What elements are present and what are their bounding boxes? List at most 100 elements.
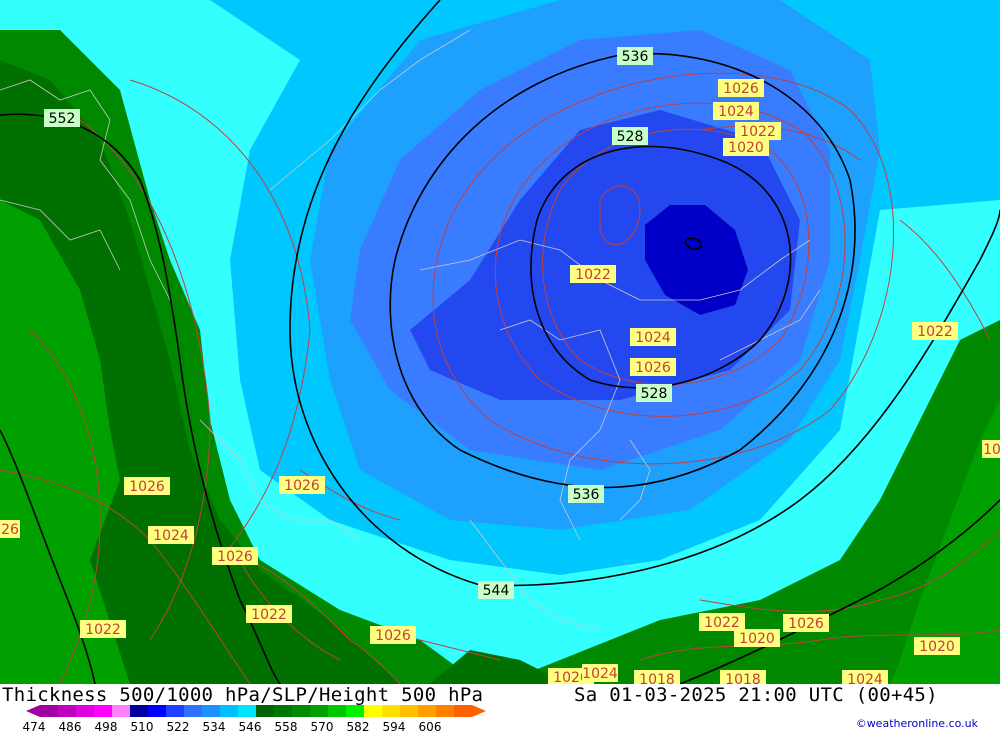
- svg-text:1022: 1022: [917, 324, 953, 340]
- legend-swatch: [256, 705, 274, 717]
- slp-label: 1022: [735, 122, 781, 140]
- slp-label: 1026: [279, 476, 325, 494]
- legend-tick-label: 498: [95, 720, 118, 733]
- svg-text:552: 552: [49, 111, 76, 127]
- slp-label: 1026: [630, 358, 676, 376]
- legend-swatch: [76, 705, 94, 717]
- svg-text:1024: 1024: [847, 672, 883, 684]
- map-footer: Thickness 500/1000 hPa/SLP/Height 500 hP…: [0, 684, 1000, 733]
- svg-text:1026: 1026: [788, 616, 824, 632]
- map-title: Thickness 500/1000 hPa/SLP/Height 500 hP…: [2, 684, 484, 706]
- legend-arrow-left: [26, 705, 40, 717]
- legend-swatch: [130, 705, 148, 717]
- map-valid-time: Sa 01-03-2025 21:00 UTC (00+45): [574, 684, 938, 706]
- slp-label: 1018: [720, 670, 766, 684]
- slp-label: 1022: [246, 605, 292, 623]
- svg-text:536: 536: [573, 487, 600, 503]
- legend-swatch: [400, 705, 418, 717]
- slp-label: 1024: [630, 328, 676, 346]
- svg-text:1024: 1024: [718, 104, 754, 120]
- svg-text:528: 528: [617, 129, 644, 145]
- svg-text:1026: 1026: [635, 360, 671, 376]
- height-label-544: 544: [478, 581, 514, 599]
- legend-swatch: [148, 705, 166, 717]
- svg-text:1022: 1022: [704, 615, 740, 631]
- legend-swatch: [274, 705, 292, 717]
- legend-swatch: [436, 705, 454, 717]
- legend-swatch: [238, 705, 256, 717]
- svg-text:1024: 1024: [582, 666, 618, 682]
- svg-text:1022: 1022: [740, 124, 776, 140]
- legend-tick-label: 558: [275, 720, 298, 733]
- legend-swatch: [382, 705, 400, 717]
- legend-swatch: [364, 705, 382, 717]
- slp-label: 1022: [699, 613, 745, 631]
- legend-tick-label: 510: [131, 720, 154, 733]
- legend-tick-label: 474: [23, 720, 46, 733]
- legend-swatch: [202, 705, 220, 717]
- legend-swatch: [112, 705, 130, 717]
- svg-text:1020: 1020: [739, 631, 775, 647]
- svg-text:1026: 1026: [375, 628, 411, 644]
- slp-label: 1024: [713, 102, 759, 120]
- slp-label: 1022: [570, 265, 616, 283]
- slp-label: 1024: [842, 670, 888, 684]
- svg-text:1026: 1026: [284, 478, 320, 494]
- slp-label: 1022: [912, 322, 958, 340]
- svg-text:544: 544: [483, 583, 510, 599]
- legend-swatch: [58, 705, 76, 717]
- legend-tick-label: 570: [311, 720, 334, 733]
- svg-text:1018: 1018: [725, 672, 761, 684]
- legend-tick-label: 594: [383, 720, 406, 733]
- weather-map: 536 528 528 536 544 552 1026 1024 1022 1…: [0, 0, 1000, 684]
- color-legend: 474 486 498 510 522 534 546 558 570 582 594 606: [23, 705, 486, 733]
- legend-tick-label: 486: [59, 720, 82, 733]
- svg-text:1026: 1026: [129, 479, 165, 495]
- legend-swatch: [328, 705, 346, 717]
- legend-swatch: [454, 705, 472, 717]
- legend-swatch: [310, 705, 328, 717]
- slp-label: 1026: [718, 79, 764, 97]
- height-label-536-bottom: 536: [568, 485, 604, 503]
- svg-text:26: 26: [1, 522, 19, 538]
- slp-label: 10: [982, 440, 1000, 458]
- svg-text:1024: 1024: [153, 528, 189, 544]
- svg-text:1026: 1026: [723, 81, 759, 97]
- legend-swatch: [292, 705, 310, 717]
- slp-label: 1026: [124, 477, 170, 495]
- slp-label: 1026: [783, 614, 829, 632]
- slp-label: 1024: [148, 526, 194, 544]
- legend-swatch: [94, 705, 112, 717]
- slp-label: 1020: [723, 138, 769, 156]
- legend-tick-label: 606: [419, 720, 442, 733]
- slp-label: 1026: [212, 547, 258, 565]
- legend-arrow-right: [472, 705, 486, 717]
- legend-swatch: [346, 705, 364, 717]
- legend-tick-label: 534: [203, 720, 226, 733]
- svg-text:1020: 1020: [728, 140, 764, 156]
- legend-swatch: [220, 705, 238, 717]
- svg-text:528: 528: [641, 386, 668, 402]
- height-label-536-top: 536: [617, 47, 653, 65]
- slp-label: 1020: [734, 629, 780, 647]
- legend-tick-label: 522: [167, 720, 190, 733]
- legend-swatch: [418, 705, 436, 717]
- svg-text:1018: 1018: [639, 672, 675, 684]
- svg-text:1022: 1022: [575, 267, 611, 283]
- legend-swatch: [184, 705, 202, 717]
- credit-link[interactable]: ©weatheronline.co.uk: [856, 717, 978, 730]
- svg-text:1020: 1020: [919, 639, 955, 655]
- legend-tick-label: 546: [239, 720, 262, 733]
- legend-swatch: [166, 705, 184, 717]
- legend-swatch: [40, 705, 58, 717]
- svg-text:1026: 1026: [217, 549, 253, 565]
- slp-label: 1026: [370, 626, 416, 644]
- svg-text:1024: 1024: [635, 330, 671, 346]
- slp-label: 1020: [914, 637, 960, 655]
- height-label-552: 552: [44, 109, 80, 127]
- height-label-528-bottom: 528: [636, 384, 672, 402]
- svg-text:1022: 1022: [251, 607, 287, 623]
- slp-label: 1024: [582, 664, 618, 682]
- height-label-528-top: 528: [612, 127, 648, 145]
- slp-label: 26: [0, 520, 20, 538]
